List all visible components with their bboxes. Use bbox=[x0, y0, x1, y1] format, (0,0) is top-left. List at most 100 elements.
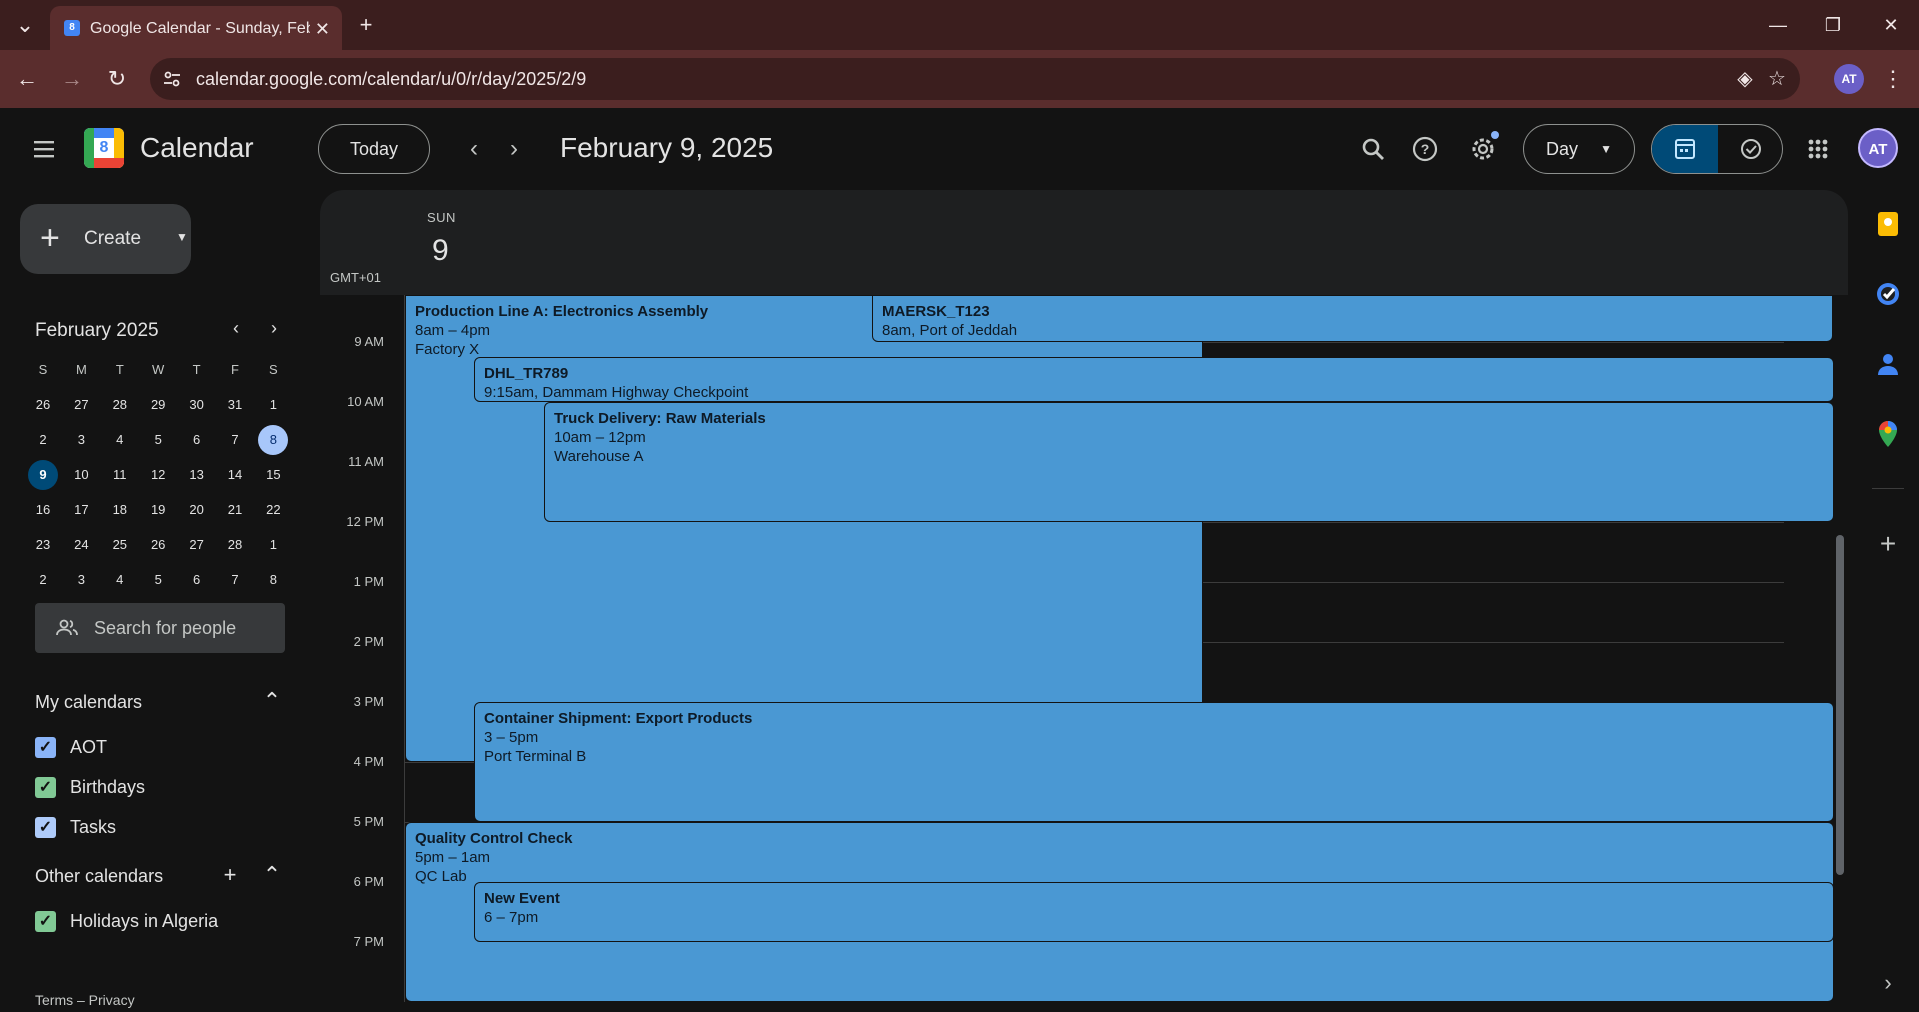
forward-icon[interactable]: → bbox=[57, 64, 87, 94]
browser-tab[interactable]: 8 Google Calendar - Sunday, February 9, … bbox=[50, 6, 342, 50]
mini-day[interactable]: 9 bbox=[24, 457, 62, 492]
bookmark-star-icon[interactable]: ☆ bbox=[1766, 68, 1788, 90]
checkbox-checked-icon[interactable]: ✓ bbox=[35, 737, 56, 758]
main-menu-icon[interactable] bbox=[24, 129, 64, 169]
terms-privacy-footer[interactable]: Terms – Privacy bbox=[35, 992, 135, 1008]
calendar-list-item[interactable]: ✓ Holidays in Algeria bbox=[35, 906, 285, 936]
mini-day[interactable]: 28 bbox=[216, 527, 254, 562]
calendar-event[interactable]: DHL_TR789 9:15am, Dammam Highway Checkpoi… bbox=[474, 357, 1834, 402]
calendar-event[interactable]: MAERSK_T123 8am, Port of Jeddah bbox=[872, 295, 1833, 342]
minimize-button[interactable]: — bbox=[1756, 10, 1800, 40]
mini-day[interactable]: 28 bbox=[101, 387, 139, 422]
calendar-tasks-toggle[interactable] bbox=[1651, 124, 1783, 174]
mini-day[interactable]: 29 bbox=[139, 387, 177, 422]
my-calendars-title[interactable]: My calendars bbox=[35, 692, 142, 713]
mini-day[interactable]: 31 bbox=[216, 387, 254, 422]
account-avatar[interactable]: AT bbox=[1858, 128, 1898, 168]
mini-day[interactable]: 18 bbox=[101, 492, 139, 527]
create-button[interactable]: + Create ▼ bbox=[20, 204, 191, 274]
mini-day[interactable]: 6 bbox=[178, 422, 216, 457]
tasks-icon[interactable] bbox=[1872, 278, 1904, 310]
window-close-button[interactable]: ✕ bbox=[1869, 10, 1913, 40]
mini-day[interactable]: 25 bbox=[101, 527, 139, 562]
new-tab-button[interactable]: + bbox=[350, 10, 382, 40]
expand-panel-chevron-icon[interactable]: › bbox=[1872, 970, 1904, 996]
tasks-view-icon[interactable] bbox=[1718, 125, 1782, 173]
today-button[interactable]: Today bbox=[318, 124, 430, 174]
apps-grid-icon[interactable] bbox=[1798, 129, 1838, 169]
mini-day[interactable]: 15 bbox=[254, 457, 292, 492]
restore-button[interactable]: ❐ bbox=[1811, 10, 1855, 40]
mini-day[interactable]: 5 bbox=[139, 562, 177, 597]
contacts-icon[interactable] bbox=[1872, 348, 1904, 380]
calendar-view-icon[interactable] bbox=[1652, 125, 1718, 173]
mini-day[interactable]: 24 bbox=[62, 527, 100, 562]
mini-day[interactable]: 21 bbox=[216, 492, 254, 527]
calendar-logo-icon[interactable]: 8 bbox=[84, 128, 124, 168]
keep-icon[interactable] bbox=[1872, 208, 1904, 240]
back-icon[interactable]: ← bbox=[12, 64, 42, 94]
mini-day[interactable]: 1 bbox=[254, 387, 292, 422]
browser-menu-icon[interactable]: ⋮ bbox=[1878, 64, 1908, 94]
mini-day[interactable]: 27 bbox=[178, 527, 216, 562]
calendar-event[interactable]: Truck Delivery: Raw Materials 10am – 12pm… bbox=[544, 402, 1834, 522]
search-icon[interactable] bbox=[1353, 129, 1393, 169]
mini-day[interactable]: 8 bbox=[254, 422, 292, 457]
mini-day[interactable]: 3 bbox=[62, 422, 100, 457]
reload-icon[interactable]: ↻ bbox=[102, 64, 132, 94]
checkbox-checked-icon[interactable]: ✓ bbox=[35, 817, 56, 838]
mini-day[interactable]: 7 bbox=[216, 422, 254, 457]
mini-day[interactable]: 3 bbox=[62, 562, 100, 597]
mini-day[interactable]: 4 bbox=[101, 562, 139, 597]
mini-day[interactable]: 26 bbox=[24, 387, 62, 422]
calendar-list-item[interactable]: ✓ Tasks bbox=[35, 812, 285, 842]
mini-day[interactable]: 22 bbox=[254, 492, 292, 527]
mini-day[interactable]: 2 bbox=[24, 422, 62, 457]
mini-day[interactable]: 2 bbox=[24, 562, 62, 597]
get-addons-plus-icon[interactable]: + bbox=[1872, 528, 1904, 560]
mini-day[interactable]: 23 bbox=[24, 527, 62, 562]
mini-day[interactable]: 20 bbox=[178, 492, 216, 527]
calendar-event[interactable]: Container Shipment: Export Products 3 – 5… bbox=[474, 702, 1834, 822]
mini-day[interactable]: 14 bbox=[216, 457, 254, 492]
maps-icon[interactable] bbox=[1872, 418, 1904, 450]
search-people-input[interactable]: Search for people bbox=[35, 603, 285, 653]
mini-day[interactable]: 11 bbox=[101, 457, 139, 492]
calendar-list-item[interactable]: ✓ AOT bbox=[35, 732, 285, 762]
other-calendars-title[interactable]: Other calendars bbox=[35, 866, 163, 887]
scrollbar[interactable] bbox=[1836, 535, 1844, 875]
mini-day[interactable]: 4 bbox=[101, 422, 139, 457]
site-info-icon[interactable] bbox=[162, 69, 182, 89]
settings-gear-icon[interactable] bbox=[1463, 129, 1503, 169]
mini-day[interactable]: 10 bbox=[62, 457, 100, 492]
calendar-event[interactable]: New Event 6 – 7pm bbox=[474, 882, 1834, 942]
mini-day[interactable]: 17 bbox=[62, 492, 100, 527]
day-number[interactable]: 9 bbox=[432, 234, 449, 268]
app-title[interactable]: Calendar bbox=[140, 132, 254, 164]
checkbox-checked-icon[interactable]: ✓ bbox=[35, 777, 56, 798]
chevron-up-icon[interactable]: ⌃ bbox=[260, 862, 284, 888]
next-day-icon[interactable]: › bbox=[494, 129, 534, 169]
mini-day[interactable]: 8 bbox=[254, 562, 292, 597]
mini-day[interactable]: 1 bbox=[254, 527, 292, 562]
mini-day[interactable]: 27 bbox=[62, 387, 100, 422]
tab-search-chevron-icon[interactable]: ⌄ bbox=[9, 10, 41, 40]
mini-day[interactable]: 30 bbox=[178, 387, 216, 422]
browser-profile-avatar[interactable]: AT bbox=[1834, 64, 1864, 94]
tab-close-icon[interactable]: ✕ bbox=[315, 19, 330, 40]
mini-next-month-icon[interactable]: › bbox=[264, 318, 284, 339]
address-bar[interactable]: calendar.google.com/calendar/u/0/r/day/2… bbox=[150, 58, 1800, 100]
mini-day[interactable]: 6 bbox=[178, 562, 216, 597]
mini-day[interactable]: 12 bbox=[139, 457, 177, 492]
mini-day[interactable]: 26 bbox=[139, 527, 177, 562]
mini-day[interactable]: 7 bbox=[216, 562, 254, 597]
calendar-list-item[interactable]: ✓ Birthdays bbox=[35, 772, 285, 802]
previous-day-icon[interactable]: ‹ bbox=[454, 129, 494, 169]
mini-day[interactable]: 19 bbox=[139, 492, 177, 527]
mini-day[interactable]: 13 bbox=[178, 457, 216, 492]
checkbox-checked-icon[interactable]: ✓ bbox=[35, 911, 56, 932]
mini-day[interactable]: 5 bbox=[139, 422, 177, 457]
view-selector-button[interactable]: Day ▼ bbox=[1523, 124, 1635, 174]
mini-day[interactable]: 16 bbox=[24, 492, 62, 527]
add-calendar-icon[interactable]: + bbox=[218, 862, 242, 888]
